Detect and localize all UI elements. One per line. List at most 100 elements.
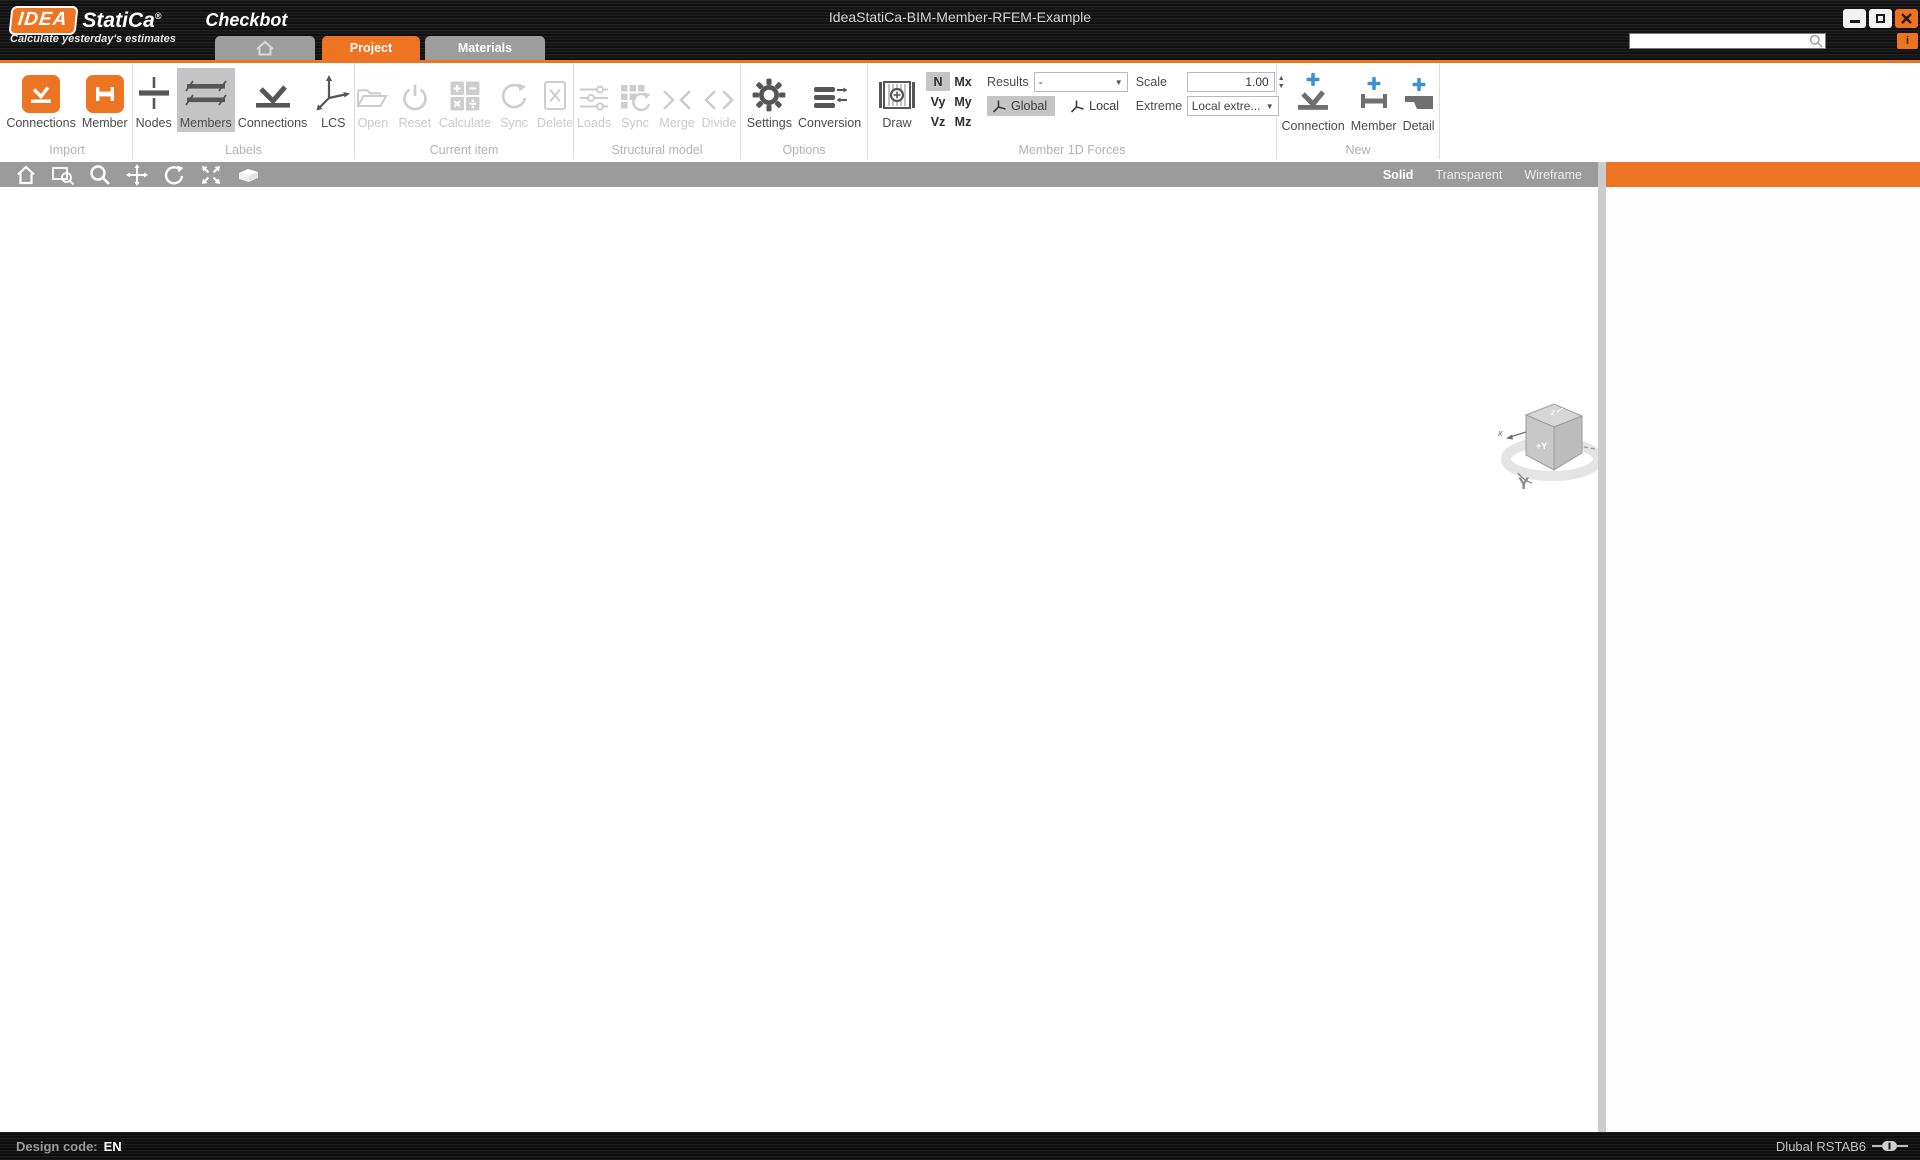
- ribbon-group-structural-model: Loads Sync Merge Divide Structural model: [574, 63, 741, 159]
- merge-button[interactable]: Merge: [656, 68, 698, 132]
- search-box[interactable]: [1629, 33, 1826, 49]
- model-sync-button[interactable]: Sync: [614, 68, 656, 132]
- tab-materials[interactable]: Materials: [425, 36, 545, 60]
- right-panel-header: [1606, 162, 1920, 187]
- import-member-button[interactable]: Member: [79, 68, 131, 132]
- zoom-window-button[interactable]: [49, 164, 77, 186]
- toggle-mz[interactable]: Mz: [951, 112, 975, 131]
- ribbon-group-options: Settings Conversion Options: [741, 63, 868, 159]
- labels-nodes-button[interactable]: Nodes: [131, 68, 177, 132]
- current-sync-button[interactable]: Sync: [494, 68, 534, 132]
- conversion-button[interactable]: Conversion: [795, 68, 864, 132]
- labels-members-label: Members: [179, 116, 232, 130]
- rotate-button[interactable]: [160, 164, 188, 186]
- view-toolbar: Solid Transparent Wireframe: [0, 162, 1598, 187]
- group-label-options: Options: [782, 143, 826, 157]
- draw-button[interactable]: Draw: [874, 68, 920, 132]
- calculate-icon: [450, 81, 480, 111]
- home-tab-icon: [256, 40, 274, 56]
- labels-connections-button[interactable]: Connections: [235, 68, 311, 132]
- chevron-down-icon: ▼: [1265, 101, 1274, 111]
- scale-input[interactable]: [1186, 72, 1275, 92]
- toggle-n[interactable]: N: [926, 72, 950, 91]
- members-icon: [185, 80, 227, 106]
- design-code-label: Design code:: [16, 1138, 98, 1154]
- plus-icon: [1367, 77, 1381, 90]
- import-connections-icon: [22, 75, 61, 113]
- group-label-member-1d-forces: Member 1D Forces: [1018, 143, 1126, 157]
- new-member-label: Member: [1350, 119, 1397, 133]
- panel-splitter[interactable]: [1598, 162, 1606, 1132]
- minimize-button[interactable]: [1843, 9, 1866, 28]
- toggle-vy[interactable]: Vy: [926, 92, 950, 111]
- open-button[interactable]: Open: [352, 68, 394, 132]
- calculate-button[interactable]: Calculate: [436, 68, 494, 132]
- chevron-down-icon: ▼: [1114, 77, 1123, 87]
- fit-view-button[interactable]: [197, 164, 225, 186]
- model-viewport[interactable]: +Y z x Y: [0, 187, 1616, 1132]
- design-code-value[interactable]: EN: [104, 1139, 122, 1154]
- labels-lcs-button[interactable]: LCS: [310, 68, 356, 132]
- pan-button[interactable]: [123, 163, 151, 186]
- logo-tagline: Calculate yesterday's estimates: [10, 33, 176, 45]
- svg-text:z: z: [1550, 408, 1555, 417]
- new-detail-button[interactable]: Detail: [1400, 71, 1438, 135]
- ribbon-group-current-item: Open Reset Calculate Sync Delete Current…: [355, 63, 574, 159]
- lcs-icon: [316, 75, 351, 111]
- toggle-my[interactable]: My: [951, 92, 975, 111]
- open-icon: [356, 89, 388, 107]
- merge-label: Merge: [659, 116, 695, 130]
- import-connections-button[interactable]: Connections: [3, 68, 79, 132]
- zoom-window-icon: [52, 166, 75, 185]
- search-input[interactable]: [1630, 35, 1809, 47]
- render-mode-solid[interactable]: Solid: [1383, 168, 1414, 182]
- render-mode-transparent[interactable]: Transparent: [1435, 168, 1502, 182]
- draw-label: Draw: [882, 116, 912, 130]
- group-label-current-item: Current item: [429, 143, 499, 157]
- ribbon-group-labels: Nodes Members Connections LCS Labels: [133, 63, 355, 159]
- ribbon-group-import: Connections Member Import: [2, 63, 133, 159]
- labels-connections-icon: [255, 85, 290, 108]
- toggle-vz[interactable]: Vz: [926, 112, 950, 131]
- new-connection-button[interactable]: Connection: [1278, 71, 1347, 135]
- settings-label: Settings: [746, 116, 792, 130]
- maximize-button[interactable]: [1869, 9, 1892, 28]
- global-button[interactable]: Global: [987, 96, 1056, 116]
- reset-icon: [403, 84, 427, 111]
- expand-arrows-icon: [202, 165, 220, 184]
- delete-button[interactable]: Delete: [534, 68, 576, 132]
- zoom-button[interactable]: [86, 164, 114, 186]
- labels-members-button[interactable]: Members: [176, 68, 235, 132]
- toggle-mx[interactable]: Mx: [951, 72, 975, 91]
- divide-button[interactable]: Divide: [698, 68, 740, 132]
- zoom-all-button[interactable]: [12, 164, 40, 186]
- results-dropdown[interactable]: - ▼: [1033, 72, 1128, 92]
- conversion-icon: [813, 87, 848, 108]
- reset-label: Reset: [398, 116, 432, 130]
- home-view-icon: [17, 164, 35, 184]
- labels-lcs-label: LCS: [321, 116, 346, 130]
- loads-button[interactable]: Loads: [574, 68, 614, 132]
- import-member-label: Member: [81, 116, 128, 130]
- maximize-icon: [1876, 14, 1885, 23]
- close-button[interactable]: [1895, 9, 1918, 28]
- tab-home[interactable]: [215, 36, 315, 60]
- new-member-icon: [1359, 77, 1389, 116]
- solid-view-button[interactable]: [234, 164, 262, 186]
- render-mode-wireframe[interactable]: Wireframe: [1524, 168, 1582, 182]
- nodes-icon: [138, 77, 169, 109]
- new-member-button[interactable]: Member: [1348, 71, 1400, 135]
- tab-project[interactable]: Project: [322, 36, 420, 60]
- extreme-label: Extreme: [1135, 99, 1183, 113]
- reset-button[interactable]: Reset: [394, 68, 436, 132]
- local-button[interactable]: Local: [1065, 96, 1127, 116]
- extreme-dropdown[interactable]: Local extre... ▼: [1186, 96, 1279, 116]
- loads-icon: [580, 85, 608, 111]
- import-connections-label: Connections: [6, 116, 76, 130]
- new-detail-label: Detail: [1402, 119, 1435, 133]
- info-button[interactable]: i: [1897, 33, 1918, 49]
- sync-icon: [501, 83, 527, 109]
- search-icon[interactable]: [1809, 34, 1823, 48]
- svg-text:+Y: +Y: [1536, 441, 1547, 451]
- settings-button[interactable]: Settings: [744, 68, 795, 132]
